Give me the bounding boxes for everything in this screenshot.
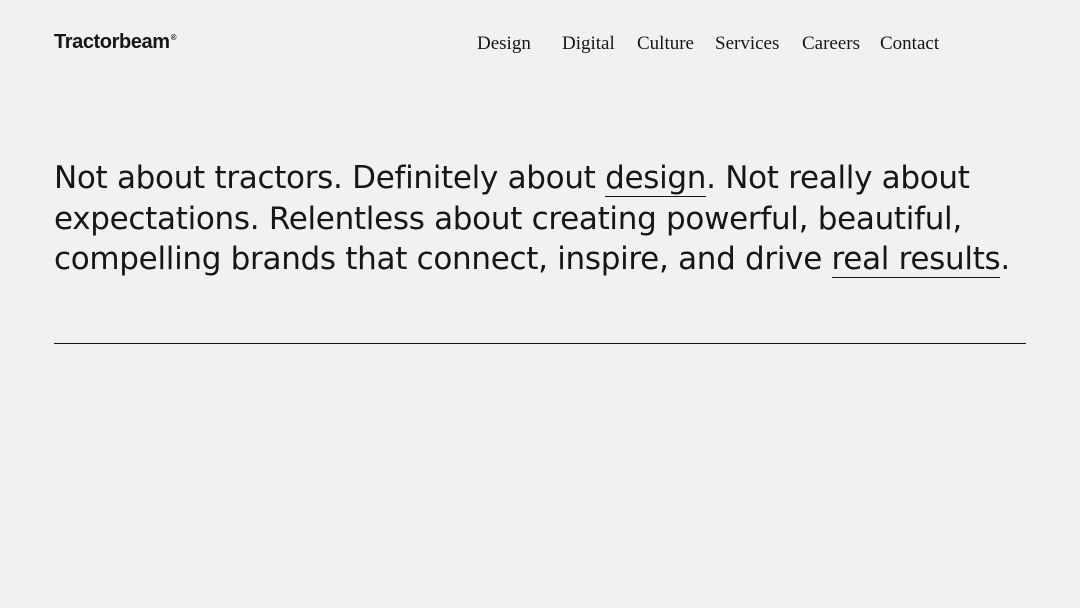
hero-text: Not about tractors. Definitely about: [54, 160, 606, 196]
nav-link-culture[interactable]: Culture: [637, 32, 694, 56]
site-header: Tractorbeam® Design Digital Culture Serv…: [0, 0, 1080, 90]
hero-line-3: compelling brands that connect, inspire,…: [54, 239, 1034, 280]
hero-text: .: [1000, 241, 1010, 277]
hero-line-1: Not about tractors. Definitely about des…: [54, 158, 1034, 199]
nav-link-contact[interactable]: Contact: [880, 32, 939, 56]
hero-text: expectations. Relentless about creating …: [54, 200, 962, 237]
hero-line-2: expectations. Relentless about creating …: [54, 199, 1034, 240]
nav-link-digital[interactable]: Digital: [562, 32, 615, 56]
main-nav: Design Digital Culture Services Careers …: [0, 32, 1080, 58]
hero-text: . Not really about: [706, 160, 970, 196]
nav-link-services[interactable]: Services: [715, 32, 779, 56]
hero-statement: Not about tractors. Definitely about des…: [54, 158, 1034, 280]
nav-link-design[interactable]: Design: [477, 32, 531, 56]
real-results-link[interactable]: real results: [831, 241, 1001, 278]
section-divider: [54, 343, 1026, 344]
hero-text: compelling brands that connect, inspire,…: [54, 241, 832, 277]
nav-link-careers[interactable]: Careers: [802, 32, 860, 56]
design-link[interactable]: design: [605, 160, 706, 197]
